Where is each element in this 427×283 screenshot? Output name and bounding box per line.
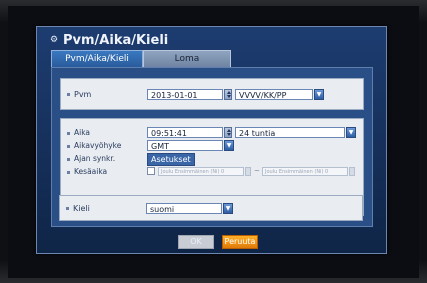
timezone-select[interactable]: GMT [147, 140, 223, 151]
ok-button[interactable]: OK [178, 235, 214, 249]
chevron-down-icon[interactable]: ▼ [224, 140, 234, 151]
time-spinner[interactable] [224, 127, 232, 138]
dst-label: Kesäaika [74, 167, 108, 176]
cancel-button[interactable]: Peruuta [222, 235, 258, 249]
chevron-down-icon[interactable]: ▼ [223, 203, 233, 214]
language-select[interactable]: suomi [146, 203, 222, 214]
sync-label: Ajan synkr. [74, 154, 116, 163]
sync-label-row: Ajan synkr. [67, 154, 115, 163]
bullet-icon [67, 144, 70, 148]
dialog-title: Pvm/Aika/Kieli [63, 33, 169, 48]
language-panel: Kieli suomi ▼ [59, 195, 363, 221]
time-format-select[interactable]: 24 tuntia [235, 127, 345, 138]
tab-holiday[interactable]: Loma [143, 50, 231, 67]
date-format-select[interactable]: VVVV/KK/PP [235, 89, 313, 100]
bullet-icon [66, 207, 69, 210]
tab-date-time-language[interactable]: Pvm/Aika/Kieli [51, 50, 143, 67]
dst-checkbox[interactable] [147, 167, 155, 175]
dst-start-spinner [245, 167, 251, 176]
bullet-icon [67, 131, 70, 135]
language-label: Kieli [73, 204, 90, 213]
date-label: Pvm [74, 90, 92, 99]
chevron-down-icon[interactable]: ▼ [314, 89, 324, 100]
dst-separator: ~ [254, 167, 260, 175]
dst-end-spinner [349, 167, 355, 176]
date-input[interactable]: 2013-01-01 [147, 89, 223, 100]
bullet-icon [67, 170, 70, 174]
settings-icon: ⚙ [50, 35, 59, 45]
dst-end-field: Joulu Ensimmäinen (Ni) 0 [262, 167, 348, 176]
bullet-icon [67, 157, 70, 161]
timezone-label: Aikavyöhyke [74, 141, 122, 150]
date-spinner[interactable] [224, 89, 232, 100]
date-label-row: Pvm [67, 90, 91, 99]
bullet-icon [67, 93, 70, 96]
datetime-dialog: ⚙ Pvm/Aika/Kieli Pvm/Aika/Kieli Loma Pvm… [36, 26, 387, 254]
sync-setup-button[interactable]: Asetukset [147, 153, 195, 166]
timezone-label-row: Aikavyöhyke [67, 141, 121, 150]
time-label-row: Aika [67, 128, 90, 137]
date-panel: Pvm 2013-01-01 VVVV/KK/PP ▼ [60, 78, 364, 110]
chevron-down-icon[interactable]: ▼ [346, 127, 356, 138]
dst-label-row: Kesäaika [67, 167, 107, 176]
title-bar: ⚙ Pvm/Aika/Kieli [37, 27, 386, 49]
dst-start-field: Joulu Ensimmäinen (Ni) 0 [158, 167, 244, 176]
time-label: Aika [74, 128, 91, 137]
time-input[interactable]: 09:51:41 [147, 127, 223, 138]
language-label-row: Kieli [66, 204, 90, 213]
